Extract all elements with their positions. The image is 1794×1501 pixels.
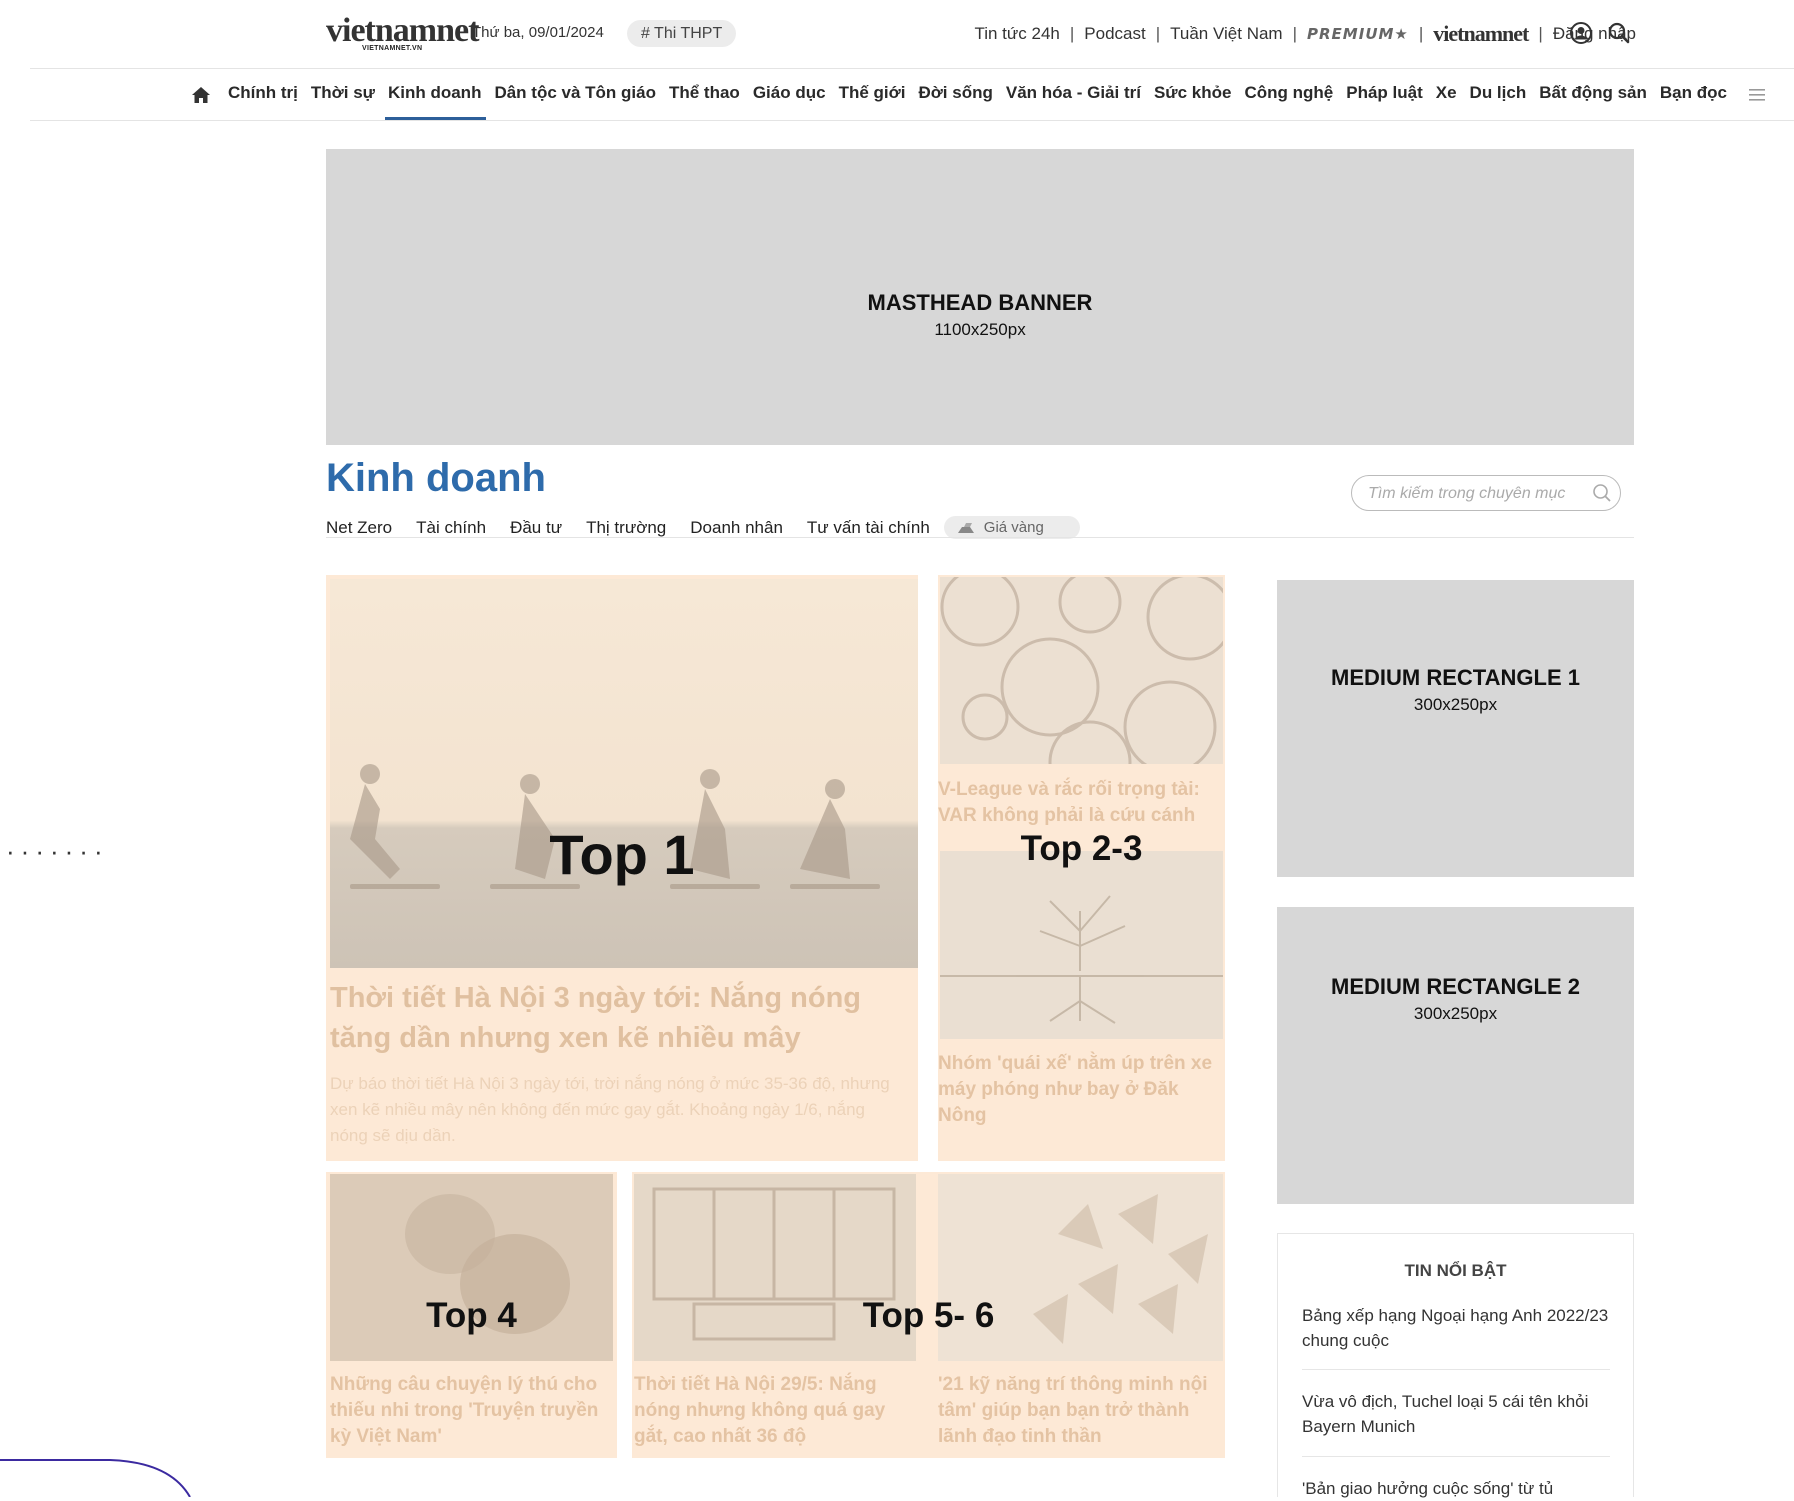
subnav-doanh-nhan[interactable]: Doanh nhân — [690, 518, 783, 538]
skaters-illustration — [350, 764, 880, 889]
main-nav: Chính trị Thời sự Kinh doanh Dân tộc và … — [0, 69, 1794, 121]
section-search-input[interactable]: Tìm kiếm trong chuyên mục — [1351, 475, 1621, 511]
search-icon[interactable] — [1592, 483, 1612, 503]
top56-card[interactable]: Top 5- 6 Thời tiết Hà Nội 29/5: Nắng nón… — [632, 1172, 1225, 1458]
top-bar: vietnamnet VIETNAMNET.VN Thứ ba, 09/01/2… — [0, 0, 1794, 68]
top1-image[interactable] — [330, 579, 918, 968]
user-icon[interactable] — [1569, 21, 1593, 45]
nav-item-van-hoa-giai-tri[interactable]: Văn hóa - Giải trí — [1006, 83, 1141, 103]
top2-image[interactable] — [940, 577, 1223, 764]
top4-card[interactable]: Top 4 Những câu chuyện lý thú cho thiếu … — [326, 1172, 617, 1458]
top5-title[interactable]: Thời tiết Hà Nội 29/5: Nắng nóng nhưng k… — [634, 1372, 904, 1450]
top1-card[interactable]: Top 1 Thời tiết Hà Nội 3 ngày tới: Nắng … — [326, 575, 918, 1161]
divider — [1302, 1369, 1610, 1370]
top2-title[interactable]: V-League và rắc rối trọng tài: VAR không… — [938, 777, 1223, 829]
subnav-tu-van-tai-chinh[interactable]: Tư vấn tài chính — [807, 518, 930, 538]
top-links: Tin tức 24h | Podcast | Tuần Việt Nam | … — [974, 20, 1636, 48]
top3-title[interactable]: Nhóm 'quái xế' nằm úp trên xe máy phóng … — [938, 1051, 1223, 1129]
nav-item-chinh-tri[interactable]: Chính trị — [228, 83, 298, 103]
nav-item-the-gioi[interactable]: Thế giới — [839, 83, 906, 103]
search-icon[interactable] — [1607, 21, 1631, 45]
nav-item-suc-khoe[interactable]: Sức khỏe — [1154, 83, 1232, 103]
section-title[interactable]: Kinh doanh — [326, 456, 546, 501]
link-podcast[interactable]: Podcast — [1084, 24, 1145, 44]
section-subnav: Net Zero Tài chính Đầu tư Thị trường Doa… — [326, 516, 1080, 539]
medium-rectangle-2[interactable]: MEDIUM RECTANGLE 2 300x250px — [1277, 907, 1634, 1204]
search-placeholder: Tìm kiếm trong chuyên mục — [1368, 485, 1566, 502]
divider — [1302, 1456, 1610, 1457]
nav-item-the-thao[interactable]: Thể thao — [669, 83, 740, 103]
rect2-size: 300x250px — [1413, 1004, 1498, 1023]
separator: | — [1418, 24, 1424, 43]
top23-card[interactable]: V-League và rắc rối trọng tài: VAR không… — [938, 575, 1225, 1161]
top56-label: Top 5- 6 — [862, 1296, 995, 1335]
decorative-dots: ······· — [6, 836, 109, 866]
vietnamnet-logo[interactable]: vietnamnet VIETNAMNET.VN — [326, 12, 479, 56]
home-icon[interactable] — [191, 86, 211, 104]
nav-item-cong-nghe[interactable]: Công nghệ — [1244, 83, 1333, 103]
subnav-tai-chinh[interactable]: Tài chính — [416, 518, 486, 538]
top23-label: Top 2-3 — [1020, 829, 1143, 868]
nav-item-bat-dong-san[interactable]: Bất động sản — [1539, 83, 1647, 103]
subnav-dau-tu[interactable]: Đầu tư — [510, 518, 562, 538]
featured-news-box: TIN NỔI BẬT Bảng xếp hạng Ngoại hạng Anh… — [1277, 1233, 1634, 1498]
nav-item-kinh-doanh[interactable]: Kinh doanh — [384, 83, 487, 120]
banner-title: MASTHEAD BANNER — [867, 290, 1093, 315]
link-tin-tuc-24h[interactable]: Tin tức 24h — [974, 24, 1059, 44]
separator: | — [1292, 24, 1298, 43]
featured-news-item[interactable]: Vừa vô địch, Tuchel loại 5 cái tên khỏi … — [1302, 1389, 1610, 1439]
top4-label: Top 4 — [426, 1296, 517, 1335]
top1-summary: Dự báo thời tiết Hà Nội 3 ngày tới, trời… — [330, 1074, 890, 1145]
nav-item-xe[interactable]: Xe — [1436, 83, 1457, 103]
current-date: Thứ ba, 09/01/2024 — [472, 24, 604, 41]
divider — [326, 537, 1634, 538]
separator: | — [1155, 24, 1161, 43]
link-premium[interactable]: PREMIUM★ — [1307, 25, 1409, 43]
nav-item-doi-song[interactable]: Đời sống — [918, 83, 992, 103]
separator: | — [1538, 24, 1543, 43]
nav-item-dan-toc-ton-giao[interactable]: Dân tộc và Tôn giáo — [494, 83, 656, 103]
top6-title[interactable]: '21 kỹ năng trí thông minh nội tâm' giúp… — [938, 1372, 1208, 1450]
rect2-title: MEDIUM RECTANGLE 2 — [1331, 974, 1580, 999]
nav-item-phap-luat[interactable]: Pháp luật — [1346, 83, 1423, 103]
decorative-arc — [0, 1459, 191, 1497]
global-logo[interactable]: vietnamnet — [1433, 21, 1529, 47]
gold-price-label: Giá vàng — [983, 519, 1044, 536]
rect1-title: MEDIUM RECTANGLE 1 — [1331, 665, 1580, 690]
food-plates-illustration — [940, 577, 1223, 764]
gold-bar-icon — [957, 522, 974, 533]
gold-price-chip[interactable]: Giá vàng — [943, 516, 1080, 539]
tree-water-illustration — [940, 895, 1223, 1024]
nav-item-ban-doc[interactable]: Bạn đọc — [1660, 83, 1727, 103]
logo-subtext: VIETNAMNET.VN — [362, 45, 423, 52]
banner-size: 1100x250px — [934, 320, 1026, 339]
link-tuan-viet-nam[interactable]: Tuần Việt Nam — [1170, 24, 1282, 44]
separator: | — [1069, 24, 1075, 43]
masthead-banner[interactable]: MASTHEAD BANNER 1100x250px — [326, 149, 1634, 445]
top3-image[interactable] — [940, 851, 1223, 1039]
medium-rectangle-1[interactable]: MEDIUM RECTANGLE 1 300x250px — [1277, 580, 1634, 877]
nav-item-thoi-su[interactable]: Thời sự — [311, 83, 375, 103]
top4-title[interactable]: Những câu chuyện lý thú cho thiếu nhi tr… — [330, 1372, 613, 1450]
nav-item-du-lich[interactable]: Du lịch — [1470, 83, 1527, 103]
top1-label: Top 1 — [549, 823, 695, 886]
subnav-thi-truong[interactable]: Thị trường — [586, 518, 666, 538]
hamburger-icon[interactable] — [1749, 88, 1765, 102]
nav-item-giao-duc[interactable]: Giáo dục — [753, 83, 826, 103]
hashtag-chip[interactable]: # Thi THPT — [627, 20, 737, 47]
rect1-size: 300x250px — [1413, 695, 1498, 714]
divider — [30, 120, 1794, 121]
featured-news-title: TIN NỔI BẬT — [1404, 1261, 1507, 1280]
featured-news-item[interactable]: 'Bản giao hưởng cuộc sống' từ tủ — [1302, 1476, 1610, 1501]
subnav-net-zero[interactable]: Net Zero — [326, 518, 392, 538]
featured-news-item[interactable]: Bảng xếp hạng Ngoại hạng Anh 2022/23 chu… — [1302, 1303, 1610, 1353]
top1-title[interactable]: Thời tiết Hà Nội 3 ngày tới: Nắng nóng t… — [330, 978, 900, 1058]
